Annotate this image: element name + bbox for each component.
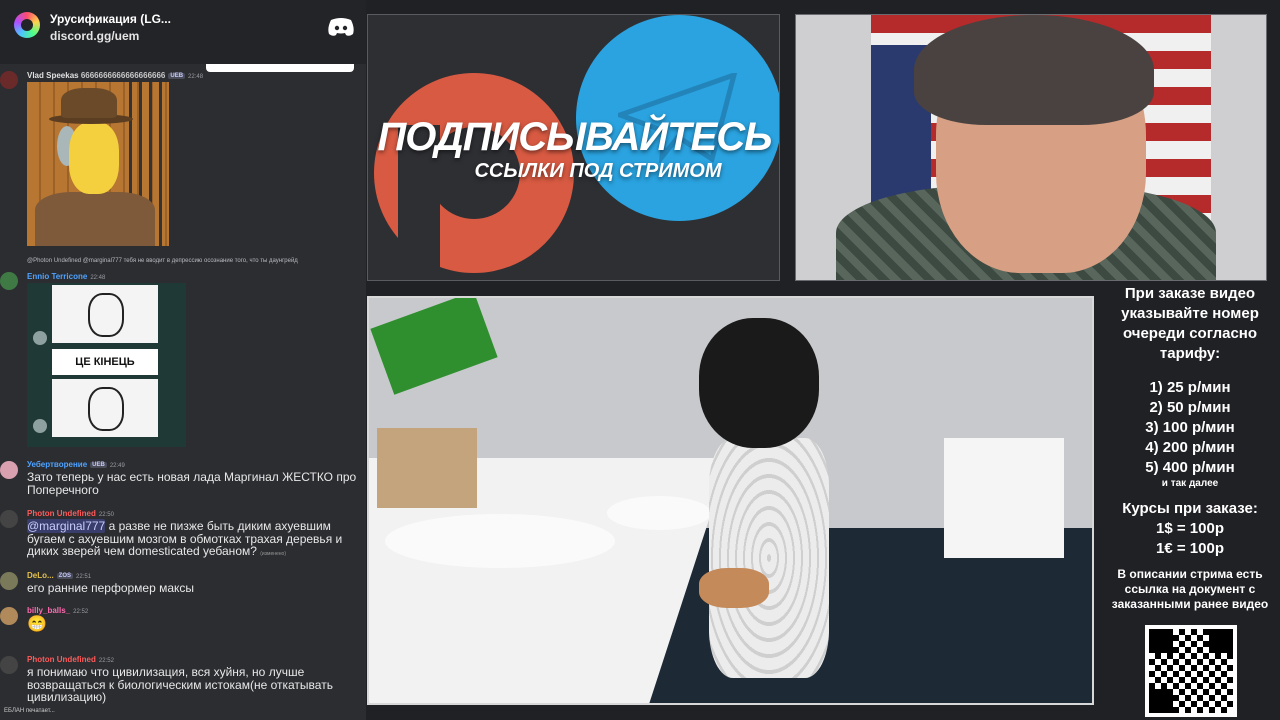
- rate-item: 1$ = 100р: [1156, 520, 1224, 537]
- username-text: DeLo...: [27, 571, 54, 580]
- server-header[interactable]: Урусификация (LG... discord.gg/uem: [0, 0, 366, 72]
- qr-code[interactable]: [1145, 625, 1237, 717]
- tariff-item: 3) 100 р/мин: [1145, 419, 1235, 436]
- food-plate: [385, 514, 615, 568]
- role-tag: UEB: [90, 462, 107, 468]
- role-tag: ZOS: [56, 573, 74, 579]
- food-plate: [607, 496, 711, 530]
- role-tag: UEB: [168, 73, 186, 79]
- streamer-hair: [914, 15, 1154, 125]
- rate-item: 1€ = 100р: [1156, 540, 1224, 557]
- scroll-bar[interactable]: [206, 64, 354, 72]
- username[interactable]: Ennio Terricone 22:48: [27, 272, 105, 281]
- message-text: Зато теперь у нас есть новая лада Маргин…: [27, 470, 357, 497]
- white-cabinet: [944, 438, 1064, 558]
- message-text: @marginal777 а разве не пизже быть диким…: [27, 519, 365, 561]
- promo-banner: ПОДПИСЫВАЙТЕСЬ ССЫЛКИ ПОД СТРИМОМ: [367, 14, 780, 281]
- emoji-message: 😁: [27, 616, 47, 633]
- promo-subtitle: ССЫЛКИ ПОД СТРИМОМ: [474, 160, 722, 182]
- server-invite[interactable]: discord.gg/uem: [50, 29, 139, 43]
- webcam-feed: [795, 14, 1267, 281]
- mini-avatar: [33, 331, 47, 345]
- tariff-item: 5) 400 р/мин: [1145, 459, 1235, 476]
- meme-image-comic[interactable]: ЦЕ КІНЕЦЬ: [27, 283, 186, 447]
- username[interactable]: Уебертворение UEB 22:49: [27, 460, 125, 469]
- message-inline-text: 6666666666666666666: [80, 71, 166, 80]
- comic-panel-bottom: [52, 379, 158, 437]
- game-capture: [367, 296, 1094, 705]
- stream-layout: Урусификация (LG... discord.gg/uem Vlad …: [0, 0, 1280, 720]
- timestamp: 22:50: [98, 512, 114, 518]
- etc-label: и так далее: [1161, 478, 1219, 489]
- username[interactable]: billy_balls_ 22:52: [27, 606, 88, 615]
- username-text: Photon Undefined: [27, 655, 96, 664]
- username[interactable]: Photon Undefined 22:52: [27, 655, 114, 664]
- tariff-item: 1) 25 р/мин: [1149, 379, 1231, 396]
- rates-heading: Курсы при заказе:: [1122, 500, 1258, 517]
- comic-face: [88, 387, 124, 431]
- meme-image-simpsons[interactable]: [27, 82, 169, 246]
- timestamp: 22:49: [109, 463, 125, 469]
- username-text: Photon Undefined: [27, 509, 96, 518]
- comic-face: [88, 293, 124, 337]
- message-text: я понимаю что цивилизация, вся хуйня, но…: [27, 665, 333, 704]
- timestamp: 22:52: [73, 609, 89, 615]
- comic-panel-top: [52, 285, 158, 343]
- tariff-list: 1) 25 р/мин 2) 50 р/мин 3) 100 р/мин 4) …: [1100, 378, 1280, 478]
- comic-caption: ЦЕ КІНЕЦЬ: [52, 349, 158, 375]
- discord-chat-panel: Урусификация (LG... discord.gg/uem Vlad …: [0, 0, 366, 720]
- avatar: [0, 461, 18, 479]
- order-instructions: При заказе видео указывайте номер очеред…: [1121, 285, 1259, 362]
- avatar: [0, 510, 18, 528]
- message-text: его ранние перформер максы: [27, 581, 195, 595]
- avatar: [0, 71, 18, 89]
- username-text: Vlad Speekas: [27, 71, 79, 80]
- avatar: [0, 656, 18, 674]
- server-logo-icon: [14, 12, 40, 38]
- username-text: billy_balls_: [27, 606, 71, 615]
- timestamp: 22:48: [188, 74, 204, 80]
- username-text: Ennio Terricone: [27, 272, 88, 281]
- username[interactable]: Vlad Speekas 6666666666666666666 UEB 22:48: [27, 71, 203, 80]
- timestamp: 22:48: [90, 275, 106, 281]
- username[interactable]: DeLo... ZOS 22:51: [27, 571, 91, 580]
- username[interactable]: Photon Undefined 22:50: [27, 509, 114, 518]
- promo-title: ПОДПИСЫВАЙТЕСЬ: [377, 115, 772, 159]
- timestamp: 22:52: [98, 658, 114, 664]
- avatar: [0, 607, 18, 625]
- edited-label: (изменено): [260, 551, 286, 557]
- timestamp: 22:51: [76, 574, 92, 580]
- character-arm: [699, 568, 769, 608]
- tariff-item: 4) 200 р/мин: [1145, 439, 1235, 456]
- hat: [61, 88, 117, 118]
- mini-avatar: [33, 419, 47, 433]
- description-note: В описании стрима есть ссылка на докумен…: [1111, 567, 1269, 611]
- server-name: Урусификация (LG...: [50, 12, 171, 26]
- plant-leaves: [370, 298, 498, 395]
- character-head: [699, 318, 819, 448]
- avatar: [0, 272, 18, 290]
- coat: [35, 192, 155, 246]
- tariff-item: 2) 50 р/мин: [1149, 399, 1231, 416]
- qr-pattern: [1149, 629, 1233, 713]
- reply-preview[interactable]: @Photon Undefined @marginal777 тебя не в…: [27, 258, 298, 264]
- avatar: [0, 572, 18, 590]
- face: [69, 122, 119, 194]
- username-text: Уебертворение: [27, 460, 88, 469]
- plant-pot: [377, 428, 477, 508]
- discord-icon: [328, 18, 354, 36]
- character-body: [709, 438, 829, 678]
- typing-indicator: ЕБЛАН печатает...: [4, 708, 55, 714]
